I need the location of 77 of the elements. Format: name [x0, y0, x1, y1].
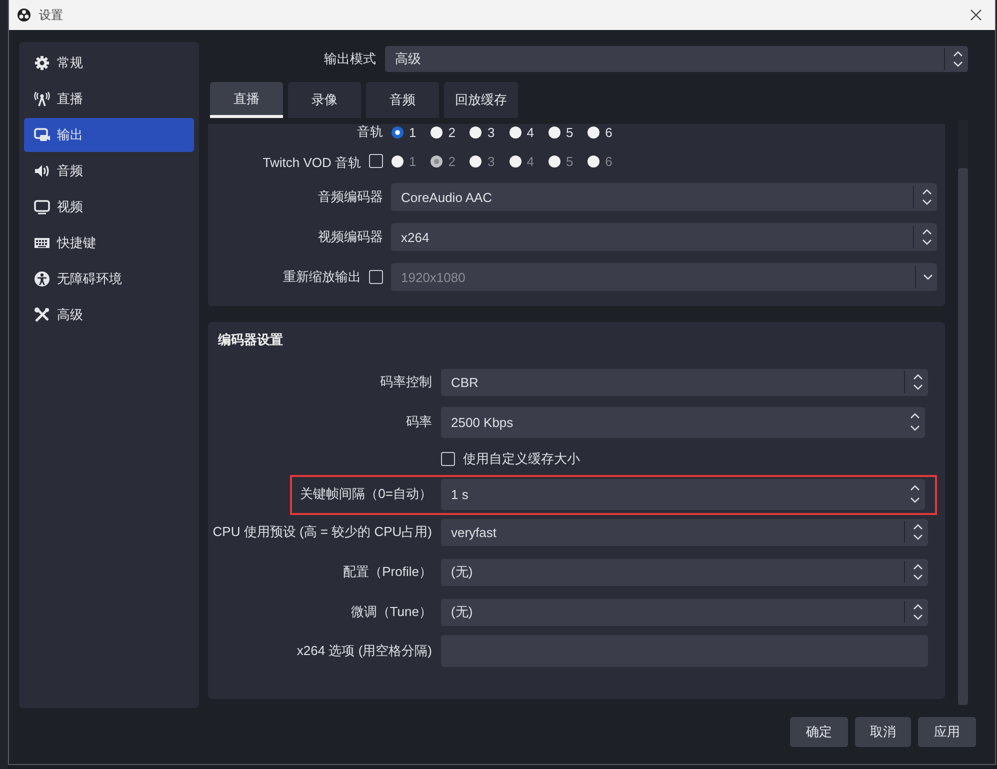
radio-button[interactable]: [469, 126, 482, 138]
dropdown-field[interactable]: x264: [391, 223, 937, 251]
sidebar-item-label: 常规: [57, 54, 83, 72]
sidebar-item-label: 输出: [57, 126, 83, 144]
sidebar-item[interactable]: 高级: [24, 298, 194, 332]
dropdown-field[interactable]: 高级: [385, 46, 968, 72]
field-label: Twitch VOD 音轨: [262, 154, 361, 172]
field-label: 关键帧间隔（0=自动）: [299, 485, 432, 503]
radio-button[interactable]: [587, 126, 600, 138]
sidebar-item[interactable]: 视频: [24, 190, 194, 224]
sidebar-item-label: 快捷键: [57, 234, 96, 252]
radio-label: 6: [605, 154, 612, 169]
dropdown-field[interactable]: CBR: [441, 368, 928, 396]
sidebar-item-label: 视频: [57, 198, 83, 216]
sidebar-item-label: 音频: [57, 162, 83, 180]
sidebar-item[interactable]: 常规: [24, 46, 194, 80]
tools-icon: [34, 307, 50, 323]
dropdown-field[interactable]: (无): [441, 598, 928, 626]
field-label: 音频编码器: [317, 188, 383, 206]
radio-label: 5: [566, 154, 574, 169]
field-label: 音轨: [356, 123, 383, 141]
field-label: 视频编码器: [317, 228, 383, 246]
radio-button[interactable]: [548, 126, 561, 138]
speaker-icon: [34, 163, 50, 179]
radio-label: 5: [566, 124, 574, 140]
radio-label: 3: [487, 154, 495, 169]
keyboard-icon: [34, 235, 50, 251]
dialog-button[interactable]: 取消: [855, 717, 911, 747]
dropdown-field[interactable]: veryfast: [441, 518, 928, 546]
number-field[interactable]: 2500 Kbps: [441, 406, 925, 438]
field-label: 配置（Profile）: [342, 563, 432, 581]
sidebar-item[interactable]: 快捷键: [24, 226, 194, 260]
sidebar-item-label: 直播: [57, 90, 83, 108]
sidebar-item[interactable]: 音频: [24, 154, 194, 188]
radio-button[interactable]: [508, 126, 522, 138]
sidebar-item-label: 高级: [57, 306, 83, 324]
section-title: 编码器设置: [218, 332, 284, 347]
radio-label: 2: [448, 124, 456, 140]
field-label: 码率控制: [379, 373, 432, 391]
person-circle-icon: [34, 271, 50, 287]
monitor-icon: [34, 199, 50, 215]
checkbox-label: 使用自定义缓存大小: [463, 450, 580, 468]
radio-button[interactable]: [391, 126, 404, 138]
radio-label: 3: [487, 124, 495, 140]
radio-label: 1: [409, 154, 416, 169]
field-label: x264 选项 (用空格分隔): [296, 642, 432, 660]
field-label: CPU 使用预设 (高 = 较少的 CPU占用): [212, 523, 432, 541]
field-label: 重新缩放输出: [282, 268, 361, 286]
dropdown-field[interactable]: (无): [441, 558, 928, 586]
checkbox[interactable]: [441, 452, 455, 466]
radio-label: 4: [526, 154, 534, 169]
radio-label: 2: [448, 154, 456, 169]
tab[interactable]: 录像: [288, 82, 361, 118]
tab[interactable]: 直播: [210, 82, 283, 118]
field-label: 微调（Tune）: [350, 603, 432, 621]
tab[interactable]: 音频: [366, 82, 439, 118]
radio-button[interactable]: [430, 126, 444, 138]
radio-label: 1: [409, 124, 416, 140]
radio-label: 4: [526, 124, 534, 140]
antenna-icon: [34, 91, 50, 107]
radio-label: 6: [605, 124, 612, 140]
sidebar-item[interactable]: 无障碍环境: [24, 262, 194, 296]
sidebar-item-label: 无障碍环境: [57, 270, 122, 288]
dialog-button[interactable]: 应用: [918, 717, 976, 747]
sidebar-item[interactable]: 输出: [24, 118, 194, 152]
field-label: 码率: [405, 413, 432, 431]
scrollbar[interactable]: [958, 120, 968, 705]
field-label: 输出模式: [323, 50, 376, 68]
sidebar-item[interactable]: 直播: [24, 82, 194, 116]
dropdown-field[interactable]: CoreAudio AAC: [391, 183, 937, 211]
settings-icon: [34, 55, 50, 71]
number-field[interactable]: 1 s: [441, 478, 925, 510]
dialog-button[interactable]: 确定: [790, 717, 848, 747]
window-title: 设置: [39, 6, 63, 24]
app-logo-icon: [17, 8, 31, 22]
screen-camera-icon: [34, 127, 50, 143]
tab[interactable]: 回放缓存: [444, 82, 518, 118]
